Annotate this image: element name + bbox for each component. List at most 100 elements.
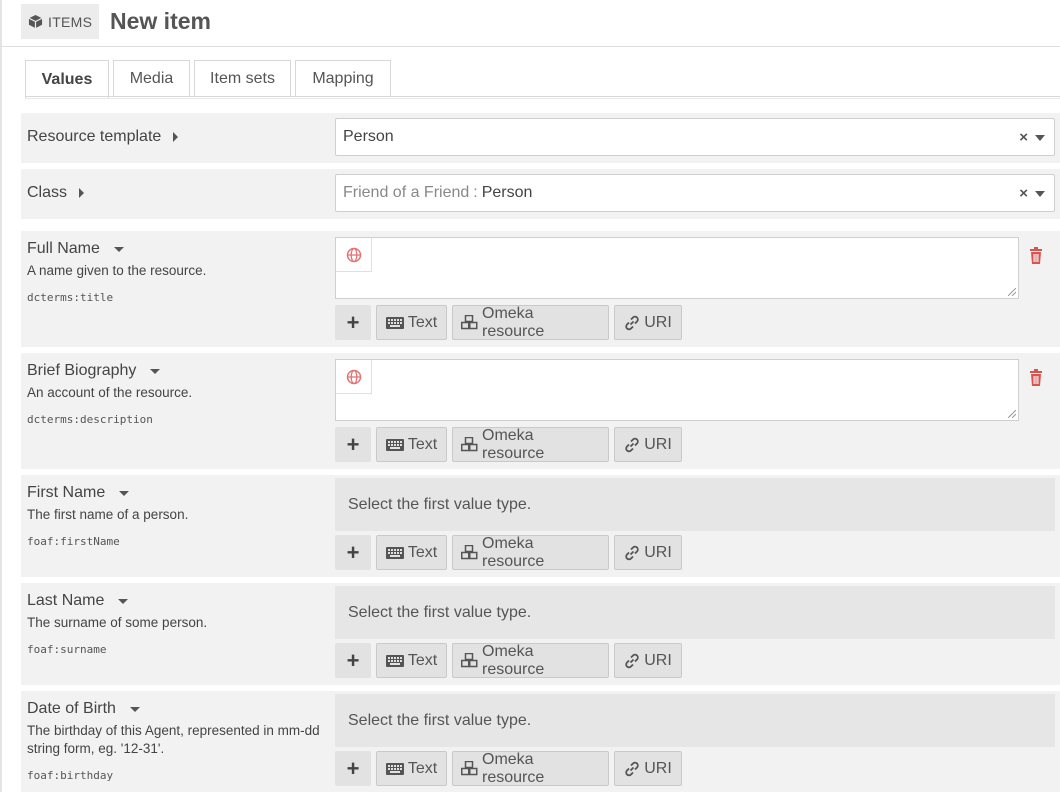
cubes-icon: [461, 761, 478, 776]
omeka-resource-button[interactable]: Omeka resource: [452, 535, 609, 570]
uri-button[interactable]: URI: [614, 535, 682, 570]
link-icon: [625, 545, 639, 560]
property-label[interactable]: Brief Biography: [27, 362, 161, 380]
clear-icon[interactable]: ×: [1019, 129, 1028, 146]
keyboard-icon: [385, 762, 404, 775]
link-icon: [625, 653, 639, 668]
left-border: [0, 0, 2, 792]
text-button[interactable]: Text: [376, 427, 447, 462]
keyboard-icon: [385, 546, 404, 559]
resource-template-label[interactable]: Resource template: [27, 128, 179, 146]
collapse-triangle-icon: [119, 490, 130, 496]
cube-icon: [28, 14, 43, 29]
keyboard-icon: [385, 438, 404, 451]
text-button[interactable]: Text: [376, 643, 447, 678]
property-term: dcterms:title: [27, 291, 114, 304]
resource-template-value: Person: [343, 128, 394, 145]
add-value-button[interactable]: +: [335, 535, 371, 570]
property-last-name: Last Name The surname of some person. fo…: [21, 583, 1060, 685]
property-description: A name given to the resource.: [27, 263, 207, 278]
add-value-button[interactable]: +: [335, 305, 371, 340]
brief-biography-textarea[interactable]: [335, 359, 1019, 421]
section-badge[interactable]: ITEMS: [21, 4, 99, 39]
uri-button[interactable]: URI: [614, 427, 682, 462]
clear-icon[interactable]: ×: [1019, 185, 1028, 202]
resize-handle-icon[interactable]: [1008, 288, 1016, 296]
uri-button[interactable]: URI: [614, 643, 682, 678]
class-row: Class Friend of a Friend : Person ×: [21, 169, 1060, 219]
value-type-buttons: + Text Omeka resource URI: [335, 535, 687, 570]
tab-media[interactable]: Media: [113, 60, 190, 96]
full-name-textarea[interactable]: [335, 237, 1019, 299]
page-title: New item: [110, 8, 211, 34]
chevron-down-icon[interactable]: [1035, 191, 1045, 197]
empty-values-message: Select the first value type.: [335, 694, 1055, 747]
property-label[interactable]: Last Name: [27, 592, 129, 610]
property-label[interactable]: Date of Birth: [27, 700, 140, 718]
empty-values-message: Select the first value type.: [335, 478, 1055, 531]
property-term: foaf:firstName: [27, 535, 120, 548]
class-select[interactable]: Friend of a Friend : Person ×: [335, 174, 1055, 212]
globe-icon: [346, 369, 361, 384]
globe-icon: [346, 247, 361, 262]
cubes-icon: [461, 653, 478, 668]
collapse-triangle-icon: [129, 706, 140, 712]
property-label[interactable]: Full Name: [27, 240, 124, 258]
add-value-button[interactable]: +: [335, 427, 371, 462]
tab-values[interactable]: Values: [25, 60, 109, 98]
property-description: The first name of a person.: [27, 507, 189, 522]
class-separator: :: [473, 184, 478, 201]
property-label[interactable]: First Name: [27, 484, 130, 502]
section-label: ITEMS: [48, 13, 93, 30]
class-value: Person: [481, 184, 533, 201]
text-button[interactable]: Text: [376, 535, 447, 570]
property-description: The surname of some person.: [27, 615, 208, 630]
text-button[interactable]: Text: [376, 751, 447, 786]
class-label[interactable]: Class: [27, 184, 85, 202]
property-brief-biography: Brief Biography An account of the resour…: [21, 353, 1060, 469]
property-term: foaf:surname: [27, 643, 107, 656]
value-type-buttons: + Text Omeka resource URI: [335, 643, 687, 678]
trash-icon[interactable]: [1029, 369, 1043, 386]
property-term: foaf:birthday: [27, 769, 114, 782]
property-date-of-birth: Date of Birth The birthday of this Agent…: [21, 691, 1060, 792]
class-vocab: Friend of a Friend: [343, 184, 470, 201]
chevron-down-icon[interactable]: [1035, 135, 1045, 141]
trash-icon[interactable]: [1029, 247, 1043, 264]
value-type-buttons: + Text Omeka resource URI: [335, 751, 687, 786]
add-value-button[interactable]: +: [335, 643, 371, 678]
link-icon: [625, 437, 639, 452]
add-value-button[interactable]: +: [335, 751, 371, 786]
expand-triangle-icon: [79, 188, 85, 198]
link-icon: [625, 761, 639, 776]
cubes-icon: [461, 545, 478, 560]
language-button[interactable]: [336, 238, 372, 272]
tab-mapping[interactable]: Mapping: [295, 60, 391, 96]
property-term: dcterms:description: [27, 413, 153, 426]
expand-triangle-icon: [173, 132, 179, 142]
text-button[interactable]: Text: [376, 305, 447, 340]
language-button[interactable]: [336, 360, 372, 394]
property-description: An account of the resource.: [27, 385, 193, 400]
tab-bar: Values Media Item sets Mapping: [25, 60, 395, 98]
omeka-resource-button[interactable]: Omeka resource: [452, 305, 609, 340]
value-type-buttons: + Text Omeka resource URI: [335, 305, 687, 340]
tab-item-sets[interactable]: Item sets: [194, 60, 291, 96]
link-icon: [625, 315, 639, 330]
resource-template-select[interactable]: Person ×: [335, 118, 1055, 156]
cubes-icon: [461, 315, 478, 330]
property-description: The birthday of this Agent, represented …: [27, 723, 320, 756]
collapse-triangle-icon: [113, 246, 124, 252]
page-header: ITEMS New item: [0, 0, 1060, 47]
uri-button[interactable]: URI: [614, 751, 682, 786]
resize-handle-icon[interactable]: [1008, 410, 1016, 418]
property-full-name: Full Name A name given to the resource. …: [21, 231, 1060, 347]
property-first-name: First Name The first name of a person. f…: [21, 475, 1060, 577]
keyboard-icon: [385, 316, 404, 329]
omeka-resource-button[interactable]: Omeka resource: [452, 751, 609, 786]
collapse-triangle-icon: [150, 368, 161, 374]
uri-button[interactable]: URI: [614, 305, 682, 340]
value-type-buttons: + Text Omeka resource URI: [335, 427, 687, 462]
omeka-resource-button[interactable]: Omeka resource: [452, 427, 609, 462]
omeka-resource-button[interactable]: Omeka resource: [452, 643, 609, 678]
